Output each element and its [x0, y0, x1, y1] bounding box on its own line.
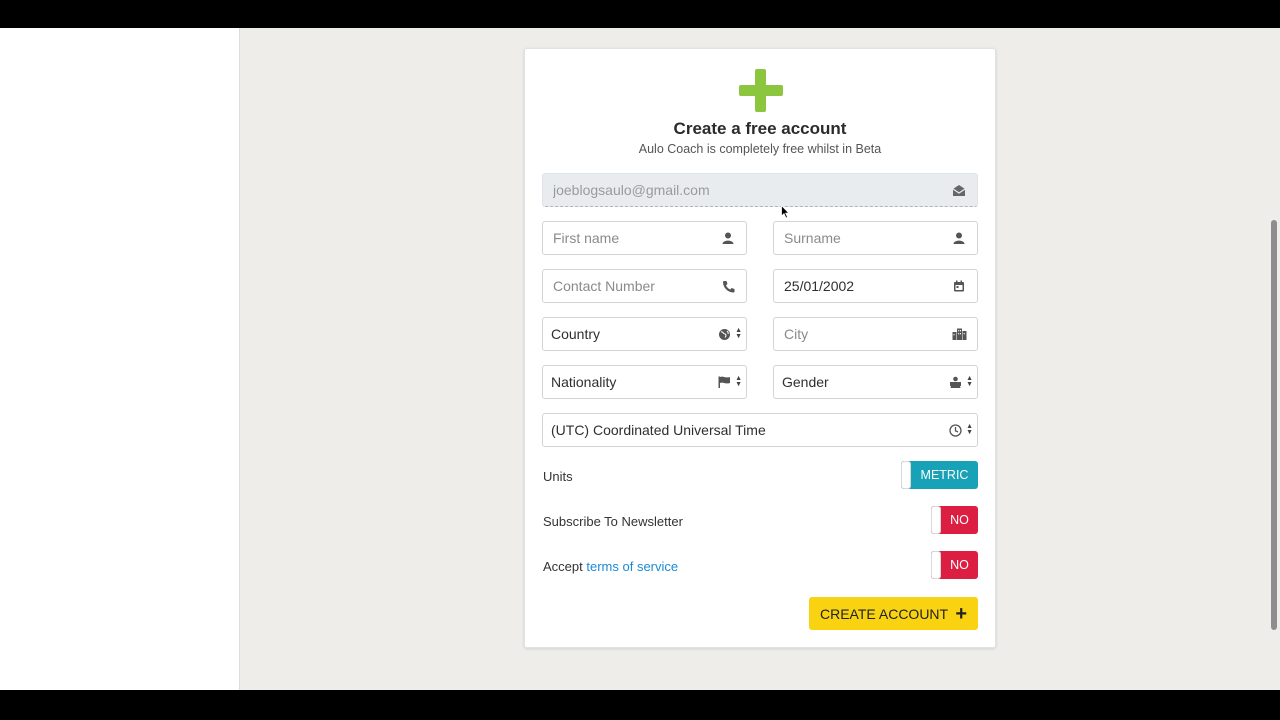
terms-toggle-label: NO: [950, 558, 969, 572]
terms-label: Accept: [543, 559, 583, 574]
date-of-birth-field[interactable]: 25/01/2002: [773, 269, 978, 303]
units-label: Units: [543, 469, 573, 484]
first-name-field[interactable]: First name: [542, 221, 747, 255]
page-viewport: Create a free account Aulo Coach is comp…: [0, 28, 1280, 690]
nationality-value: Nationality: [551, 374, 617, 390]
first-name-placeholder: First name: [553, 230, 620, 246]
terms-toggle[interactable]: NO: [931, 551, 978, 579]
email-value: joeblogsaulo@gmail.com: [553, 182, 710, 198]
units-toggle-label: METRIC: [920, 468, 969, 482]
country-value: Country: [551, 326, 601, 342]
signup-card: Create a free account Aulo Coach is comp…: [524, 48, 996, 648]
page-scrollbar[interactable]: [1268, 28, 1280, 690]
toggle-knob: [931, 551, 941, 579]
user-icon: [951, 230, 967, 246]
newsletter-toggle[interactable]: NO: [931, 506, 978, 534]
scrollbar-thumb[interactable]: [1271, 220, 1277, 630]
envelope-open-icon: [951, 182, 967, 198]
page-subtitle: Aulo Coach is completely free whilst in …: [638, 142, 882, 156]
contact-number-field[interactable]: Contact Number: [542, 269, 747, 303]
user-icon: [720, 230, 736, 246]
select-arrows-icon: ▲ ▼: [735, 327, 742, 340]
newsletter-toggle-label: NO: [950, 513, 969, 527]
toggle-knob: [901, 461, 911, 489]
flag-icon: [716, 374, 732, 390]
clock-icon: [947, 422, 963, 438]
phone-icon: [720, 278, 736, 294]
page-title: Create a free account: [673, 119, 847, 138]
left-panel: [0, 28, 240, 690]
create-account-label: CREATE ACCOUNT: [820, 605, 949, 622]
surname-field[interactable]: Surname: [773, 221, 978, 255]
contact-number-placeholder: Contact Number: [553, 278, 655, 294]
plus-logo-icon: [739, 69, 783, 113]
units-toggle[interactable]: METRIC: [901, 461, 978, 489]
email-field[interactable]: joeblogsaulo@gmail.com: [542, 173, 978, 207]
gender-value: Gender: [782, 374, 829, 390]
select-arrows-icon: ▲ ▼: [966, 375, 973, 388]
globe-icon: [716, 326, 732, 342]
terms-of-service-link[interactable]: terms of service: [586, 559, 678, 574]
country-select[interactable]: Country ▲ ▼: [542, 317, 747, 351]
timezone-value: (UTC) Coordinated Universal Time: [551, 422, 766, 438]
city-placeholder: City: [784, 326, 809, 342]
mouse-cursor-icon: [781, 205, 790, 219]
surname-placeholder: Surname: [784, 230, 841, 246]
timezone-select[interactable]: (UTC) Coordinated Universal Time ▲ ▼: [542, 413, 978, 447]
select-arrows-icon: ▲ ▼: [966, 423, 973, 436]
gender-select[interactable]: Gender ▲ ▼: [773, 365, 978, 399]
select-arrows-icon: ▲ ▼: [735, 375, 742, 388]
terms-row: Accept terms of service: [543, 559, 678, 574]
city-field[interactable]: City: [773, 317, 978, 351]
date-of-birth-value: 25/01/2002: [784, 278, 855, 294]
create-account-button[interactable]: CREATE ACCOUNT +: [809, 597, 978, 630]
gender-icon: [947, 374, 963, 390]
city-icon: [951, 326, 967, 342]
newsletter-label: Subscribe To Newsletter: [543, 514, 683, 529]
toggle-knob: [931, 506, 941, 534]
nationality-select[interactable]: Nationality ▲ ▼: [542, 365, 747, 399]
plus-icon: +: [955, 602, 967, 625]
calendar-icon: [951, 278, 967, 294]
